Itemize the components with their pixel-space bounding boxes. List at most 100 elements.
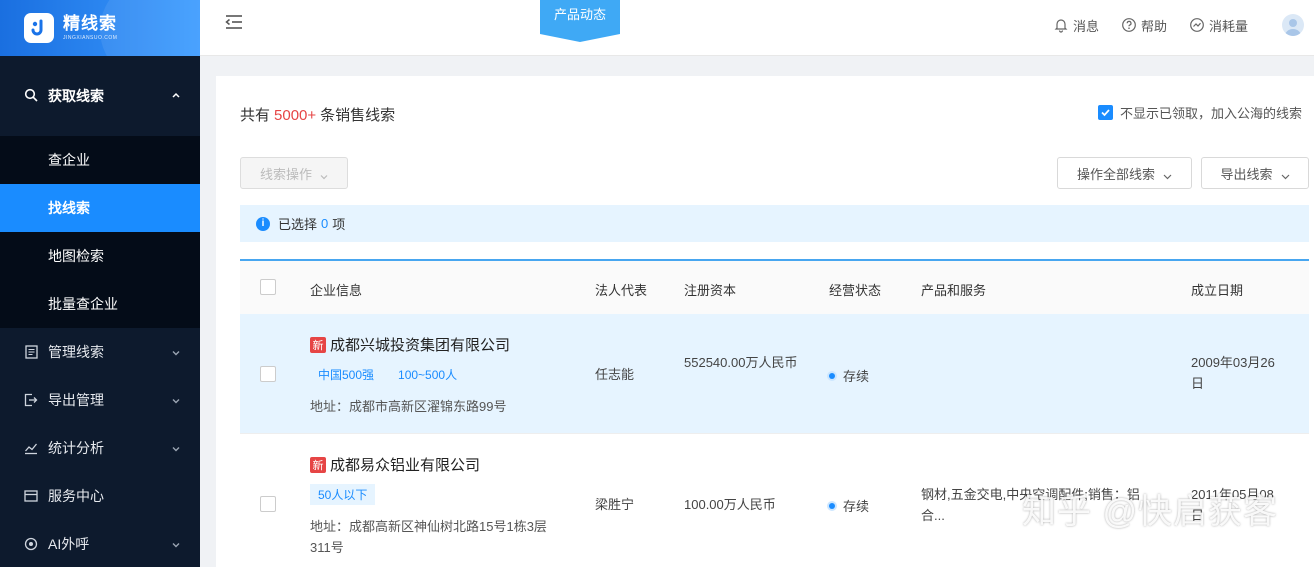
summary-suffix: 条销售线索 (320, 107, 395, 124)
export-leads-label: 导出线索 (1220, 164, 1272, 183)
sidebar-item-label: 导出管理 (48, 390, 104, 410)
sidebar-item-statistics[interactable]: 统计分析 (0, 424, 200, 472)
company-name: 成都易众铝业有限公司 (330, 454, 480, 475)
export-icon (24, 393, 38, 407)
messages-label: 消息 (1073, 16, 1099, 35)
brand-sub: JINGXIANSUO.COM (63, 34, 117, 42)
help-icon (1121, 17, 1137, 33)
help-button[interactable]: 帮助 (1121, 16, 1167, 35)
sidebar-item-map-search[interactable]: 地图检索 (0, 232, 200, 280)
col-products: 产品和服务 (921, 280, 986, 299)
logo-icon (24, 13, 54, 43)
help-label: 帮助 (1141, 16, 1167, 35)
export-leads-button[interactable]: 导出线索 (1201, 157, 1309, 189)
table-row[interactable]: 新 成都兴城投资集团有限公司 中国500强 100~500人 地址：成都市高新区… (240, 314, 1309, 434)
lead-operations-label: 线索操作 (260, 164, 312, 183)
menu-collapse-icon[interactable] (225, 14, 243, 30)
status-dot-icon (829, 503, 835, 509)
sub-menu: 查企业 找线索 地图检索 批量查企业 (0, 136, 200, 328)
sidebar-item-find-leads[interactable]: 找线索 (0, 184, 200, 232)
usage-button[interactable]: 消耗量 (1189, 16, 1248, 35)
table-header: 企业信息 法人代表 注册资本 经营状态 产品和服务 成立日期 (240, 259, 1309, 314)
row-checkbox[interactable] (260, 366, 276, 382)
avatar[interactable] (1282, 14, 1304, 36)
hide-claimed-checkbox[interactable]: 不显示已领取，加入公海的线索 (1098, 103, 1302, 122)
company-tag: 100~500人 (390, 364, 465, 385)
brand-name: 精线索 (63, 14, 117, 34)
checkbox-checked-icon (1098, 105, 1113, 120)
hide-claimed-label: 不显示已领取，加入公海的线索 (1120, 103, 1302, 122)
col-reg-capital: 注册资本 (684, 280, 736, 299)
company-name-link[interactable]: 新 成都兴城投资集团有限公司 (310, 334, 510, 355)
chevron-down-icon (170, 394, 182, 406)
sidebar: 精线索 JINGXIANSUO.COM 获取线索 查企业 找线索 地图检索 批量… (0, 0, 200, 567)
lead-count: 5000+ (274, 107, 316, 124)
company-tag: 中国500强 (310, 364, 382, 385)
reg-capital: 100.00万人民币 (684, 494, 804, 515)
service-icon (24, 489, 38, 503)
lead-operations-button[interactable]: 线索操作 (240, 157, 348, 189)
business-status: 存续 (829, 366, 869, 385)
status-label: 存续 (843, 496, 869, 515)
company-tag: 50人以下 (310, 484, 375, 505)
business-status: 存续 (829, 496, 869, 515)
chevron-down-icon (170, 442, 182, 454)
status-label: 存续 (843, 366, 869, 385)
usage-icon (1189, 17, 1205, 33)
row-checkbox[interactable] (260, 496, 276, 512)
legal-rep: 任志能 (595, 364, 634, 385)
list-icon (24, 345, 38, 359)
new-badge: 新 (310, 337, 326, 353)
usage-label: 消耗量 (1209, 16, 1248, 35)
col-founded: 成立日期 (1191, 280, 1243, 299)
messages-button[interactable]: 消息 (1053, 16, 1099, 35)
reg-capital: 552540.00万人民币 (684, 352, 804, 373)
selected-suffix: 项 (332, 214, 345, 233)
select-all-checkbox[interactable] (260, 279, 276, 295)
sidebar-item-manage-leads[interactable]: 管理线索 (0, 328, 200, 376)
sidebar-item-export-mgmt[interactable]: 导出管理 (0, 376, 200, 424)
new-badge: 新 (310, 457, 326, 473)
selection-info-bar: i 已选择 0项 (240, 205, 1309, 242)
sidebar-item-label: 获取线索 (48, 86, 104, 106)
logo[interactable]: 精线索 JINGXIANSUO.COM (0, 0, 200, 56)
chevron-down-icon (320, 169, 328, 177)
company-name: 成都兴城投资集团有限公司 (330, 334, 510, 355)
watermark: 知乎 @快启获客 (1022, 484, 1278, 533)
chevron-down-icon (1163, 169, 1172, 178)
chart-icon (24, 441, 38, 455)
col-company-info: 企业信息 (310, 280, 362, 299)
sidebar-item-label: AI外呼 (48, 534, 89, 554)
selected-prefix: 已选择 (278, 214, 317, 233)
chevron-up-icon (170, 88, 182, 104)
info-icon: i (256, 217, 270, 231)
top-header: 产品动态 消息 帮助 消耗量 (200, 0, 1314, 56)
selected-count: 0 (321, 216, 328, 231)
sidebar-item-service-center[interactable]: 服务中心 (0, 472, 200, 520)
company-name-link[interactable]: 新 成都易众铝业有限公司 (310, 454, 480, 475)
sidebar-item-label: 统计分析 (48, 438, 104, 458)
legal-rep: 梁胜宁 (595, 494, 634, 515)
sidebar-item-label: 服务中心 (48, 486, 104, 506)
sidebar-item-search-company[interactable]: 查企业 (0, 136, 200, 184)
summary-prefix: 共有 (240, 107, 270, 124)
company-tags: 50人以下 (310, 484, 383, 505)
sidebar-item-get-leads[interactable]: 获取线索 (0, 56, 200, 136)
company-tags: 中国500强 100~500人 (310, 364, 473, 385)
col-legal-rep: 法人代表 (595, 280, 647, 299)
operate-all-leads-button[interactable]: 操作全部线索 (1057, 157, 1192, 189)
status-dot-icon (829, 373, 835, 379)
col-status: 经营状态 (829, 280, 881, 299)
search-icon (24, 88, 38, 105)
sidebar-item-ai-call[interactable]: AI外呼 (0, 520, 200, 567)
sidebar-item-batch-search[interactable]: 批量查企业 (0, 280, 200, 328)
product-news-tag[interactable]: 产品动态 (540, 0, 620, 34)
chevron-down-icon (170, 538, 182, 550)
founded-date: 2009年03月26日 (1191, 352, 1277, 394)
chevron-down-icon (170, 346, 182, 358)
bell-icon (1053, 17, 1069, 33)
company-address: 地址：成都市高新区濯锦东路99号 (310, 396, 506, 417)
lead-summary: 共有5000+条销售线索 (240, 104, 395, 125)
operate-all-label: 操作全部线索 (1077, 164, 1155, 183)
chevron-down-icon (1281, 169, 1290, 178)
